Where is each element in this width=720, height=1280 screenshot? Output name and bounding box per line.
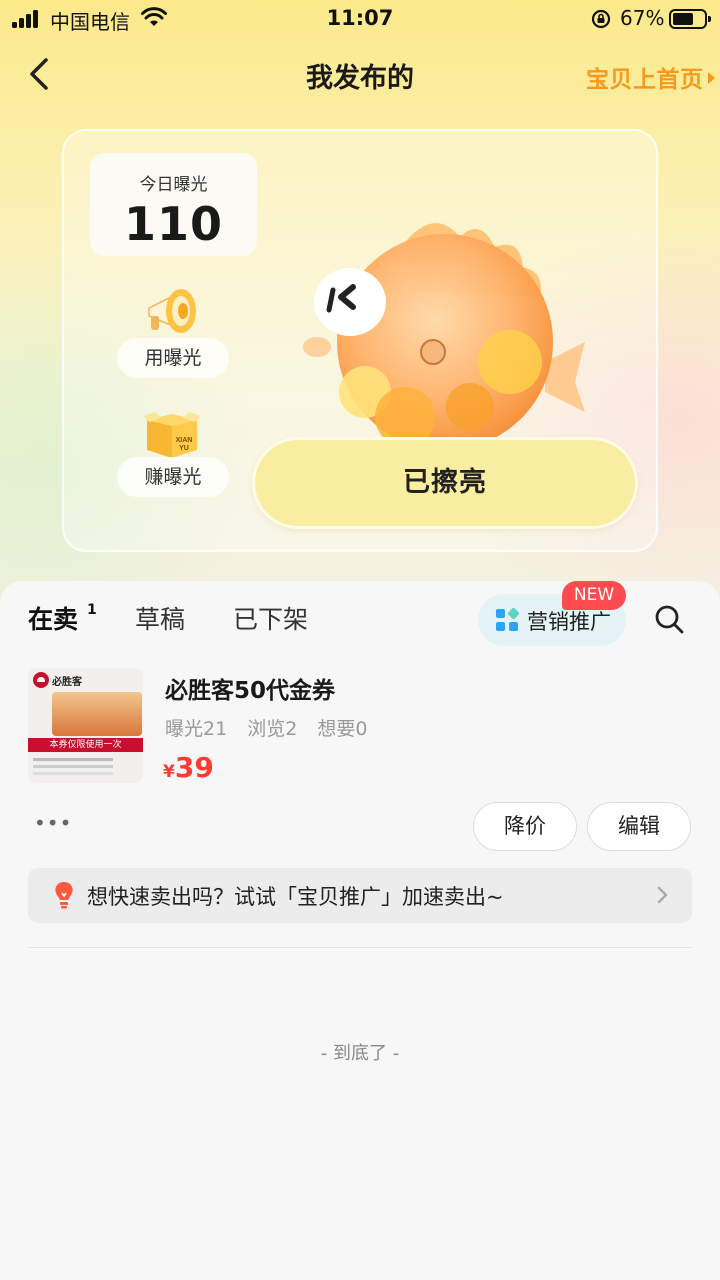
more-options-button[interactable]: ••• <box>34 813 71 833</box>
battery-icon <box>669 9 711 29</box>
end-of-list-text: - 到底了 - <box>320 1043 400 1064</box>
tab-delisted[interactable]: 已下架 <box>233 600 308 636</box>
marketing-label: 营销推广 <box>527 610 611 634</box>
thumb-product-image <box>52 692 142 736</box>
chevron-right-icon <box>707 72 715 84</box>
new-badge: NEW <box>562 581 626 610</box>
tab-on-sale-count: 1 <box>87 602 97 618</box>
box-text-2: YU <box>179 445 189 452</box>
item-thumbnail[interactable]: 必胜客 本券仅限使用一次 <box>28 668 143 783</box>
tab-drafts[interactable]: 草稿 <box>135 600 185 636</box>
today-exposure-label: 今日曝光 <box>139 175 208 195</box>
brand-logo-icon <box>33 672 49 688</box>
item-exposure: 曝光21 <box>165 718 228 740</box>
earn-exposure-button[interactable]: 赚曝光 <box>117 457 229 497</box>
battery-percent: 67% <box>620 6 665 30</box>
today-exposure-box: 今日曝光 110 <box>90 153 257 256</box>
item-wants: 想要0 <box>317 718 368 740</box>
box-text-1: XIAN <box>176 437 193 444</box>
pufferfish-mascot-image <box>303 223 585 442</box>
promo-top-link[interactable]: 宝贝上首页 <box>586 60 715 94</box>
item-stats: 曝光21 浏览2 想要0 <box>165 714 381 741</box>
shined-button[interactable]: 已擦亮 <box>252 437 638 529</box>
reduce-price-button[interactable]: 降价 <box>473 802 577 851</box>
promotion-tip-text: 想快速卖出吗？试试「宝贝推广」加速卖出~ <box>87 885 504 909</box>
use-exposure-button[interactable]: 用曝光 <box>117 338 229 378</box>
rotation-lock-icon <box>591 9 611 29</box>
thumb-band: 本券仅限使用一次 <box>28 738 143 752</box>
megaphone-icon <box>148 289 196 333</box>
divider <box>28 947 692 948</box>
status-bar: 中国电信 11:07 67% <box>0 0 720 40</box>
thumb-fineprint <box>33 758 113 761</box>
item-views: 浏览2 <box>247 718 298 740</box>
tab-on-sale-label: 在卖 <box>28 605 79 634</box>
grid-icon <box>496 608 519 631</box>
item-title[interactable]: 必胜客50代金券 <box>165 671 335 705</box>
edit-button[interactable]: 编辑 <box>587 802 691 851</box>
chevron-right-icon <box>657 886 668 904</box>
thumb-brand: 必胜客 <box>52 677 82 688</box>
item-price: ¥39 <box>163 751 214 784</box>
tab-on-sale[interactable]: 在卖 1 <box>28 600 97 636</box>
lightbulb-icon <box>55 882 73 909</box>
price-currency: ¥ <box>163 762 175 782</box>
promo-top-label: 宝贝上首页 <box>586 67 704 93</box>
today-exposure-value: 110 <box>123 197 224 251</box>
price-value: 39 <box>174 751 214 784</box>
xianyu-box-icon: XIAN YU <box>141 408 203 460</box>
clock: 11:07 <box>326 6 394 30</box>
search-icon[interactable] <box>653 603 685 635</box>
